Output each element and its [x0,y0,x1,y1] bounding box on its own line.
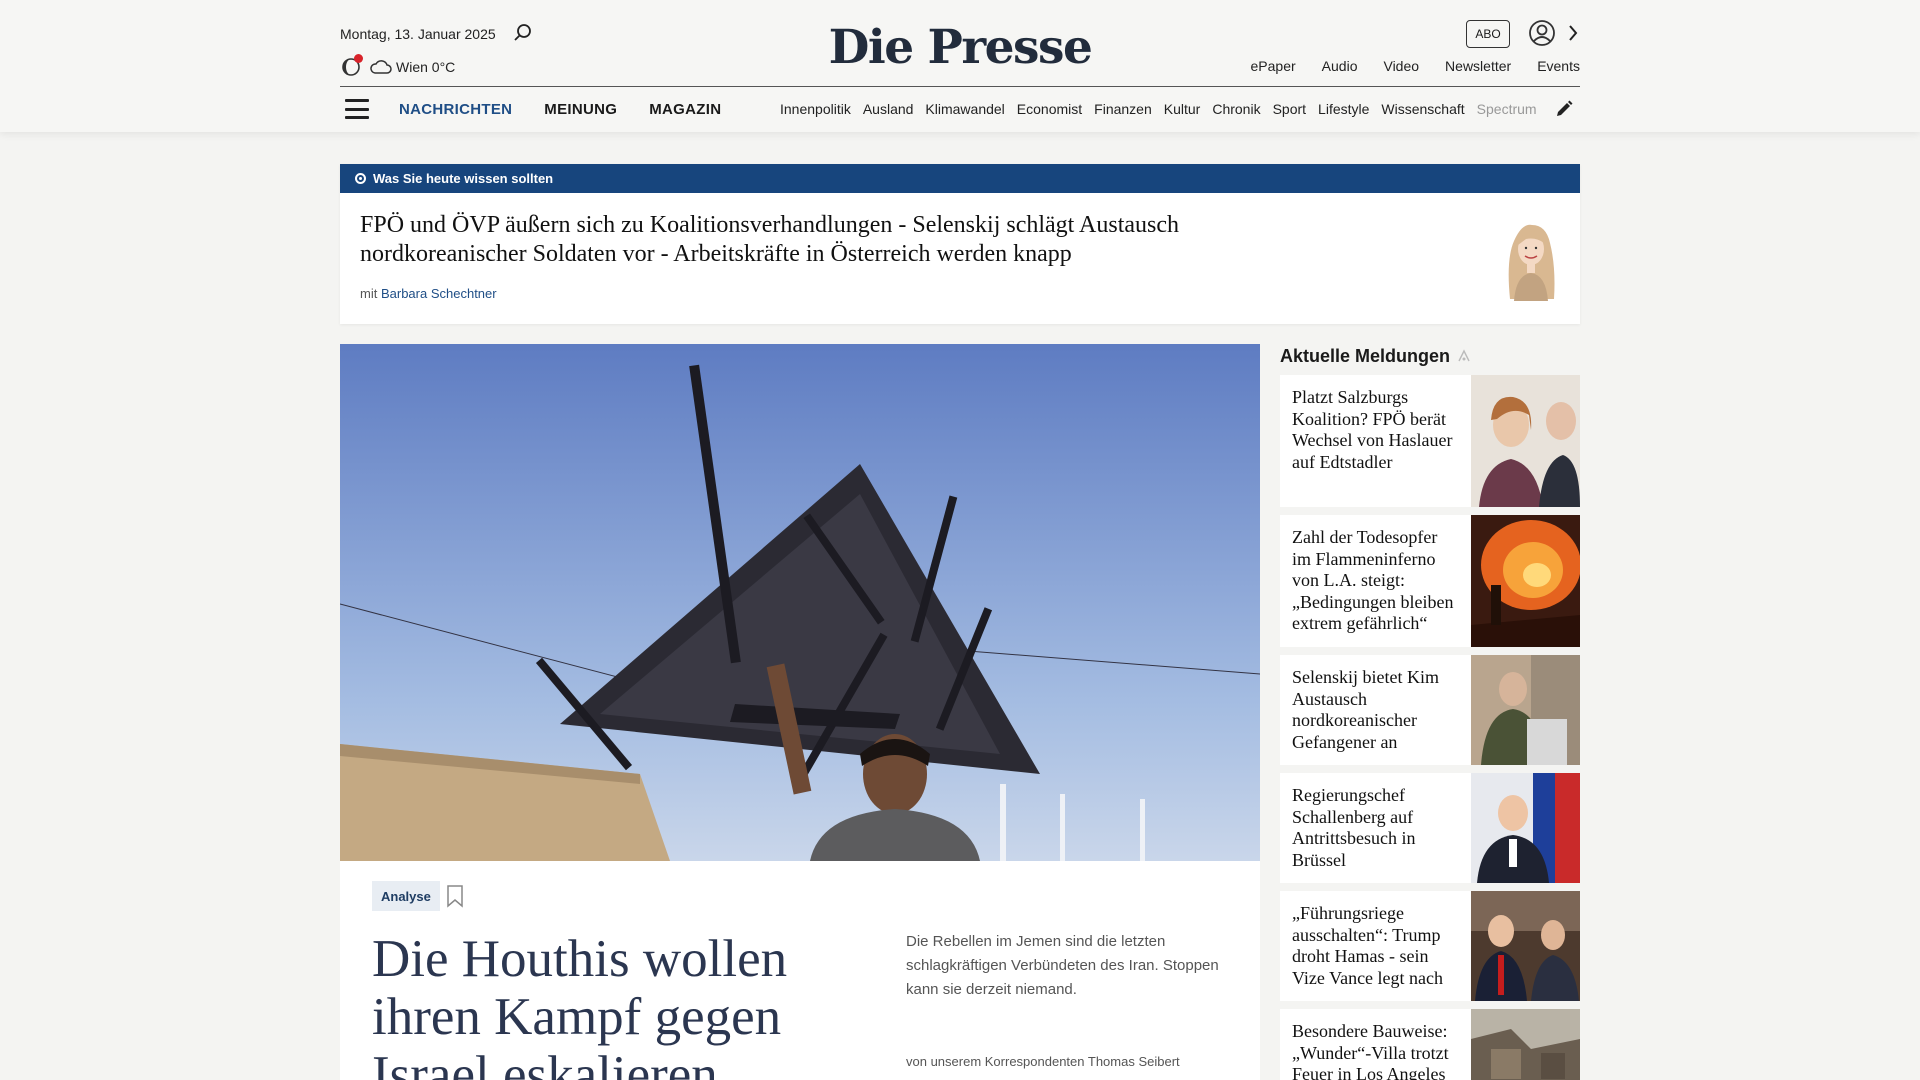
daily-briefing[interactable]: Was Sie heute wissen sollten FPÖ und ÖVP… [340,164,1580,324]
nav-lifestyle[interactable]: Lifestyle [1318,101,1369,117]
news-card[interactable]: Selenskij bietet Kim Austausch nordkorea… [1280,655,1580,765]
nav-sport[interactable]: Sport [1273,101,1306,117]
pencil-icon[interactable] [1554,99,1574,119]
houthi-drone-photo [340,344,1260,861]
sidebar-heading: Aktuelle Meldungen [1280,344,1580,368]
site-header: Montag, 13. Januar 2025 Wien 0°C Die Pre… [0,0,1920,132]
briefing-label: Was Sie heute wissen sollten [373,171,554,186]
link-epaper[interactable]: ePaper [1251,58,1296,74]
nav-wissenschaft[interactable]: Wissenschaft [1381,101,1464,117]
news-card-image [1471,375,1580,507]
link-audio[interactable]: Audio [1322,58,1358,74]
news-card-image [1471,773,1580,883]
news-card-image [1471,891,1580,1001]
news-card[interactable]: Regierungschef Schallenberg auf Antritts… [1280,773,1580,883]
briefing-bar: Was Sie heute wissen sollten [340,164,1580,193]
section-nav: Innenpolitik Ausland Klimawandel Economi… [780,86,1580,132]
weather-widget[interactable]: Wien 0°C [340,54,456,78]
news-card-title[interactable]: „Führungsriege ausschalten“: Trump droht… [1292,903,1460,989]
lead-article: Analyse Die Houthis wollen ihren Kampf g… [340,344,1260,1080]
lead-article-image[interactable] [340,344,1260,861]
feed-icon [1458,349,1470,362]
news-card-title[interactable]: Besondere Bauweise: „Wunder“-Villa trotz… [1292,1021,1460,1080]
news-card[interactable]: Besondere Bauweise: „Wunder“-Villa trotz… [1280,1009,1580,1080]
news-card-title[interactable]: Regierungschef Schallenberg auf Antritts… [1292,785,1460,871]
news-card[interactable]: Platzt Salzburgs Koalition? FPÖ berät We… [1280,375,1580,507]
bookmark-icon[interactable] [446,884,464,908]
header-inner: Montag, 13. Januar 2025 Wien 0°C Die Pre… [340,0,1580,132]
cloud-icon [370,60,392,74]
latest-news-sidebar: Aktuelle Meldungen Platzt Salzburgs Koal… [1280,344,1580,1080]
nav-kultur[interactable]: Kultur [1164,101,1201,117]
lead-article-author: von unserem Korrespondenten Thomas Seibe… [906,1054,1180,1069]
current-date: Montag, 13. Januar 2025 [340,26,496,42]
primary-nav: NACHRICHTEN MEINUNG MAGAZIN [399,101,721,118]
news-card-image [1471,655,1580,765]
notification-dot [354,54,363,63]
weather-text: Wien 0°C [396,59,456,75]
briefing-author[interactable]: Barbara Schechtner [381,286,497,301]
sidebar-heading-text: Aktuelle Meldungen [1280,345,1451,366]
user-account-icon[interactable] [1528,19,1556,47]
main-navigation: NACHRICHTEN MEINUNG MAGAZIN Innenpolitik… [340,86,1580,132]
nav-nachrichten[interactable]: NACHRICHTEN [399,101,512,118]
nav-magazin[interactable]: MAGAZIN [649,101,721,118]
briefing-by-prefix: mit [360,286,378,301]
nav-economist[interactable]: Economist [1017,101,1082,117]
link-events[interactable]: Events [1537,58,1580,74]
link-newsletter[interactable]: Newsletter [1445,58,1511,74]
chevron-right-icon[interactable] [1566,22,1580,44]
radio-icon [355,173,366,184]
hamburger-menu-icon[interactable] [345,99,369,119]
news-card-title[interactable]: Selenskij bietet Kim Austausch nordkorea… [1292,667,1460,753]
abo-button[interactable]: ABO [1466,20,1510,48]
top-links: ePaper Audio Video Newsletter Events [1251,58,1580,74]
news-card-image [1471,515,1580,647]
nav-ausland[interactable]: Ausland [863,101,914,117]
news-card-title[interactable]: Platzt Salzburgs Koalition? FPÖ berät We… [1292,387,1460,473]
nav-finanzen[interactable]: Finanzen [1094,101,1152,117]
news-card-image [1471,1009,1580,1080]
nav-klimawandel[interactable]: Klimawandel [925,101,1004,117]
briefing-title[interactable]: FPÖ und ÖVP äußern sich zu Koalitionsver… [360,211,1260,269]
nav-innenpolitik[interactable]: Innenpolitik [780,101,851,117]
link-video[interactable]: Video [1383,58,1419,74]
lead-article-title[interactable]: Die Houthis wollen ihren Kampf gegen Isr… [372,930,842,1080]
author-illustration [1508,224,1555,301]
category-tag[interactable]: Analyse [372,881,440,911]
search-icon[interactable] [512,22,534,44]
dark-mode-icon[interactable] [340,54,363,78]
nav-chronik[interactable]: Chronik [1212,101,1260,117]
news-card[interactable]: Zahl der Todesopfer im Flammeninferno vo… [1280,515,1580,647]
nav-spectrum[interactable]: Spectrum [1477,101,1537,117]
nav-meinung[interactable]: MEINUNG [544,101,617,118]
news-card-title[interactable]: Zahl der Todesopfer im Flammeninferno vo… [1292,527,1460,635]
briefing-byline: mit Barbara Schechtner [360,286,497,301]
news-card[interactable]: „Führungsriege ausschalten“: Trump droht… [1280,891,1580,1001]
lead-article-teaser: Die Rebellen im Jemen sind die letzten s… [906,933,1219,998]
site-logo[interactable]: Die Presse [829,20,1093,75]
